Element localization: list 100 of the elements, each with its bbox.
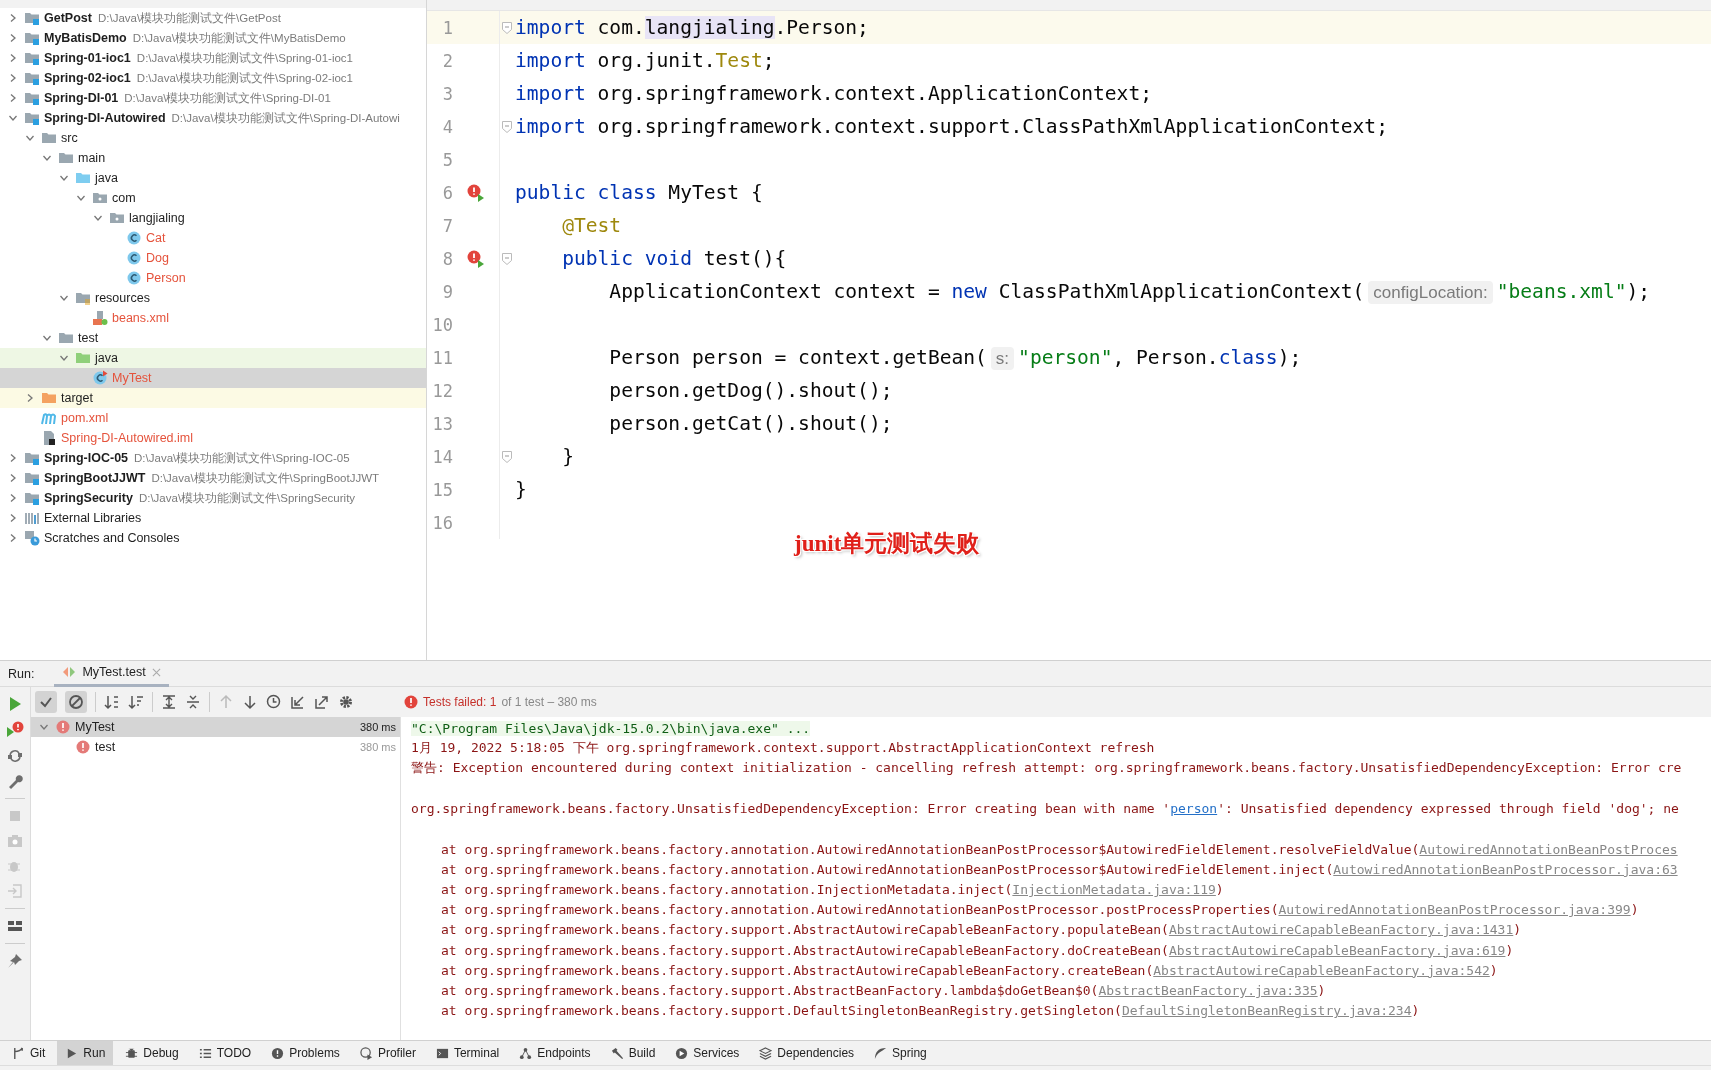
tree-row[interactable]: resources	[0, 288, 426, 308]
chevron-icon[interactable]	[59, 173, 69, 183]
tool-window-button[interactable]: Problems	[263, 1040, 348, 1066]
tool-window-button[interactable]: Services	[667, 1040, 748, 1066]
tree-item-label: Spring-02-ioc1	[44, 71, 131, 85]
chevron-icon[interactable]	[8, 533, 18, 543]
tree-row[interactable]: MyBatisDemo D:\Java\模块功能测试文件\MyBatisDemo	[0, 28, 426, 48]
chevron-icon[interactable]	[8, 13, 18, 23]
folder-icon	[75, 350, 91, 366]
source-link[interactable]: AutowiredAnnotationBeanPostProces	[1419, 841, 1678, 857]
tree-row[interactable]: Cat	[0, 228, 426, 248]
tool-window-button[interactable]: Terminal	[427, 1040, 508, 1066]
run-failed-icon[interactable]	[466, 182, 486, 203]
export-icon[interactable]	[314, 694, 330, 710]
tree-row[interactable]: java	[0, 348, 426, 368]
tree-row[interactable]: main	[0, 148, 426, 168]
tree-item-label: SpringBootJJWT	[44, 471, 146, 485]
tool-window-button[interactable]: Dependencies	[751, 1040, 863, 1066]
run-tab[interactable]: MyTest.test	[54, 660, 169, 687]
services-icon	[675, 1046, 689, 1060]
sort-duration-icon[interactable]	[128, 694, 144, 710]
expand-all-icon[interactable]	[161, 694, 177, 710]
chevron-icon[interactable]	[42, 153, 52, 163]
chevron-icon[interactable]	[8, 73, 18, 83]
annotation-text: junit单元测试失败	[794, 530, 980, 558]
chevron-icon[interactable]	[8, 473, 18, 483]
tool-window-button[interactable]: Debug	[117, 1040, 187, 1066]
source-link[interactable]: AbstractAutowireCapableBeanFactory.java:1431	[1168, 922, 1514, 938]
toggle-auto-test-icon[interactable]	[7, 748, 23, 764]
tree-row[interactable]: Person	[0, 268, 426, 288]
show-ignored-toggle[interactable]	[65, 691, 87, 713]
run-icon[interactable]	[7, 696, 23, 712]
chevron-icon[interactable]	[8, 33, 18, 43]
tree-row[interactable]: Spring-DI-01 D:\Java\模块功能测试文件\Spring-DI-01	[0, 88, 426, 108]
tree-row[interactable]: SpringBootJJWT D:\Java\模块功能测试文件\SpringBootJJWT	[0, 468, 426, 488]
source-link[interactable]: AbstractAutowireCapableBeanFactory.java:619	[1168, 942, 1506, 958]
tool-window-button[interactable]: Profiler	[351, 1040, 424, 1066]
history-icon[interactable]	[266, 694, 282, 710]
chevron-icon[interactable]	[8, 513, 18, 523]
source-link[interactable]: person	[1170, 801, 1218, 817]
chevron-icon[interactable]	[76, 193, 86, 203]
wrench-icon[interactable]	[7, 773, 23, 789]
source-link[interactable]: AutowiredAnnotationBeanPostProcessor.java:63	[1333, 861, 1678, 877]
tree-row[interactable]: src	[0, 128, 426, 148]
tree-row[interactable]: Scratches and Consoles	[0, 528, 426, 548]
chevron-icon[interactable]	[8, 53, 18, 63]
pin-icon[interactable]	[7, 953, 23, 969]
source-link[interactable]: DefaultSingletonBeanRegistry.java:234	[1121, 1003, 1412, 1019]
chevron-icon[interactable]	[8, 93, 18, 103]
source-link[interactable]: AutowiredAnnotationBeanPostProcessor.java:399	[1278, 902, 1631, 918]
tree-row[interactable]: Spring-02-ioc1 D:\Java\模块功能测试文件\Spring-02-ioc1	[0, 68, 426, 88]
chevron-icon[interactable]	[42, 333, 52, 343]
tree-row[interactable]: test	[0, 328, 426, 348]
source-link[interactable]: AbstractBeanFactory.java:335	[1098, 983, 1318, 999]
tree-row[interactable]: SpringSecurity D:\Java\模块功能测试文件\SpringSecurity	[0, 488, 426, 508]
chevron-icon[interactable]	[25, 133, 35, 143]
tree-row[interactable]: java	[0, 168, 426, 188]
layout-icon[interactable]	[7, 918, 23, 934]
chevron-icon[interactable]	[59, 353, 69, 363]
tree-row[interactable]: com	[0, 188, 426, 208]
chevron-icon[interactable]	[8, 453, 18, 463]
chevron-icon[interactable]	[59, 293, 69, 303]
down-arrow-icon[interactable]	[242, 694, 258, 710]
tree-row[interactable]: GetPost D:\Java\模块功能测试文件\GetPost	[0, 8, 426, 28]
source-link[interactable]: AbstractAutowireCapableBeanFactory.java:542	[1153, 962, 1490, 978]
tree-row[interactable]: beans.xml	[0, 308, 426, 328]
tool-window-button[interactable]: Spring	[866, 1040, 935, 1066]
chevron-icon[interactable]	[93, 213, 103, 223]
test-row[interactable]: test 380 ms	[31, 737, 400, 757]
console-line: at org.springframework.beans.factory.annotation.InjectionMetadata.inject(InjectionMetadata.java:119)	[441, 882, 1224, 898]
source-link[interactable]: InjectionMetadata.java:119	[1012, 882, 1216, 898]
tool-window-button[interactable]: Git	[4, 1040, 54, 1066]
import-icon[interactable]	[290, 694, 306, 710]
folder-icon	[24, 70, 40, 86]
tree-row[interactable]: pom.xml	[0, 408, 426, 428]
tree-row[interactable]: Spring-DI-Autowired D:\Java\模块功能测试文件\Spring-DI-Autowi	[0, 108, 426, 128]
chevron-icon[interactable]	[39, 722, 49, 732]
chevron-icon[interactable]	[8, 493, 18, 503]
tree-row[interactable]: Spring-01-ioc1 D:\Java\模块功能测试文件\Spring-01-ioc1	[0, 48, 426, 68]
tree-row[interactable]: target	[0, 388, 426, 408]
sort-alpha-icon[interactable]	[104, 694, 120, 710]
tree-row[interactable]: Spring-DI-Autowired.iml	[0, 428, 426, 448]
settings-icon[interactable]	[338, 694, 354, 710]
folder-icon	[41, 390, 57, 406]
rerun-failed-icon[interactable]	[6, 721, 24, 739]
tree-row[interactable]: External Libraries	[0, 508, 426, 528]
tool-window-button[interactable]: TODO	[190, 1040, 260, 1066]
collapse-all-icon[interactable]	[185, 694, 201, 710]
tree-row[interactable]: Spring-IOC-05 D:\Java\模块功能测试文件\Spring-IOC-05	[0, 448, 426, 468]
run-failed-icon[interactable]	[466, 248, 486, 269]
chevron-icon[interactable]	[8, 113, 18, 123]
tree-row[interactable]: langjialing	[0, 208, 426, 228]
tool-window-button[interactable]: Build	[602, 1040, 664, 1066]
tool-window-button[interactable]: Endpoints	[511, 1040, 599, 1066]
tree-row[interactable]: Dog	[0, 248, 426, 268]
test-row[interactable]: MyTest 380 ms	[31, 717, 400, 737]
chevron-icon[interactable]	[25, 393, 35, 403]
show-passed-toggle[interactable]	[35, 691, 57, 713]
tool-window-button[interactable]: Run	[57, 1040, 114, 1066]
folder-icon	[24, 50, 40, 66]
